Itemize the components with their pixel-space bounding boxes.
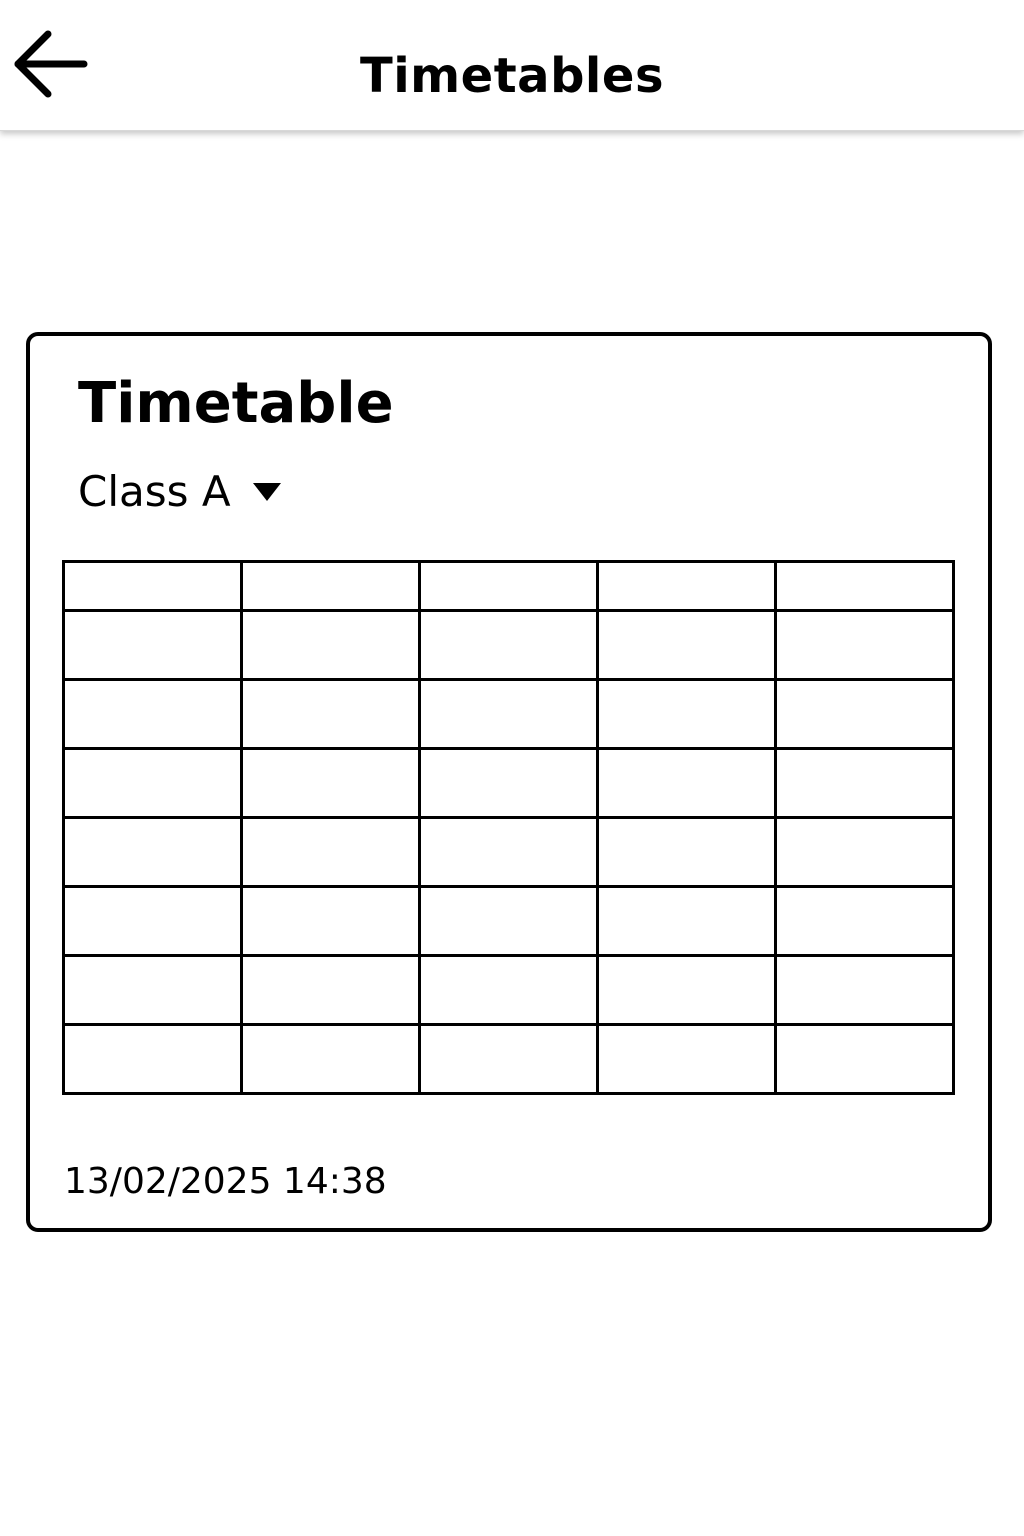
table-cell[interactable] bbox=[62, 816, 243, 888]
card-title: Timetable bbox=[78, 371, 394, 436]
table-cell[interactable] bbox=[774, 747, 955, 819]
table-cell[interactable] bbox=[240, 1023, 421, 1095]
table-cell[interactable] bbox=[418, 678, 599, 750]
table-cell[interactable] bbox=[774, 954, 955, 1026]
table-cell[interactable] bbox=[774, 885, 955, 957]
table-cell[interactable] bbox=[240, 816, 421, 888]
table-cell[interactable] bbox=[596, 885, 777, 957]
app-header: Timetables bbox=[0, 0, 1024, 131]
table-row bbox=[62, 954, 955, 1026]
timetable-grid bbox=[62, 560, 955, 1095]
table-cell[interactable] bbox=[62, 885, 243, 957]
table-cell[interactable] bbox=[774, 609, 955, 681]
table-cell[interactable] bbox=[418, 747, 599, 819]
table-cell[interactable] bbox=[240, 678, 421, 750]
table-cell[interactable] bbox=[240, 954, 421, 1026]
class-select-value: Class A bbox=[78, 467, 231, 516]
last-updated-timestamp: 13/02/2025 14:38 bbox=[64, 1161, 387, 1202]
table-row bbox=[62, 678, 955, 750]
table-cell[interactable] bbox=[774, 1023, 955, 1095]
table-header-cell bbox=[240, 560, 421, 612]
class-select-dropdown[interactable]: Class A bbox=[78, 464, 283, 520]
table-row bbox=[62, 609, 955, 681]
table-cell[interactable] bbox=[596, 954, 777, 1026]
table-cell[interactable] bbox=[418, 609, 599, 681]
timetable-table bbox=[62, 560, 955, 1095]
table-header-row bbox=[62, 560, 955, 612]
table-cell[interactable] bbox=[240, 609, 421, 681]
table-cell[interactable] bbox=[62, 678, 243, 750]
table-header-cell bbox=[596, 560, 777, 612]
timetable-card: Timetable Class A 13/02/2025 14:38 bbox=[26, 332, 992, 1232]
table-cell[interactable] bbox=[62, 747, 243, 819]
table-cell[interactable] bbox=[62, 609, 243, 681]
table-cell[interactable] bbox=[62, 954, 243, 1026]
table-cell[interactable] bbox=[596, 609, 777, 681]
table-row bbox=[62, 747, 955, 819]
table-row bbox=[62, 816, 955, 888]
table-cell[interactable] bbox=[240, 885, 421, 957]
table-header-cell bbox=[62, 560, 243, 612]
table-cell[interactable] bbox=[240, 747, 421, 819]
caret-down-icon bbox=[252, 483, 281, 501]
table-cell[interactable] bbox=[418, 1023, 599, 1095]
table-cell[interactable] bbox=[418, 954, 599, 1026]
table-cell[interactable] bbox=[774, 816, 955, 888]
table-cell[interactable] bbox=[596, 816, 777, 888]
table-header-cell bbox=[774, 560, 955, 612]
table-row bbox=[62, 1023, 955, 1095]
page-title: Timetables bbox=[359, 48, 665, 104]
table-cell[interactable] bbox=[596, 747, 777, 819]
table-cell[interactable] bbox=[774, 678, 955, 750]
table-cell[interactable] bbox=[418, 816, 599, 888]
table-cell[interactable] bbox=[596, 1023, 777, 1095]
table-cell[interactable] bbox=[418, 885, 599, 957]
table-header-cell bbox=[418, 560, 599, 612]
table-cell[interactable] bbox=[596, 678, 777, 750]
table-row bbox=[62, 885, 955, 957]
table-cell[interactable] bbox=[62, 1023, 243, 1095]
